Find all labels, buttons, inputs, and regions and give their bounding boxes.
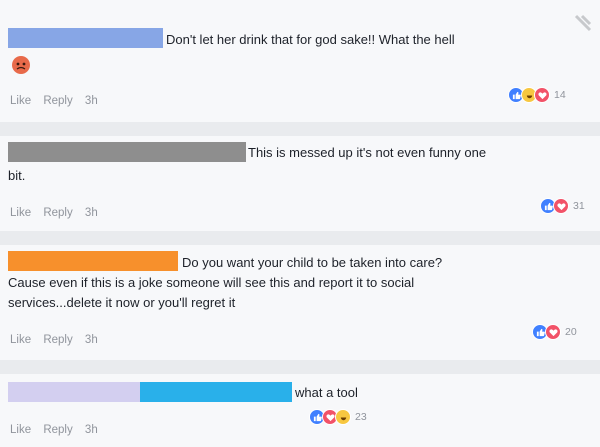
timestamp[interactable]: 3h <box>85 424 98 436</box>
redacted-name[interactable] <box>8 251 178 271</box>
reaction-summary[interactable]: 20 <box>532 323 577 341</box>
comment-2: This is messed up it's not even funny on… <box>0 136 600 231</box>
like-link[interactable]: Like <box>10 207 31 219</box>
timestamp[interactable]: 3h <box>85 334 98 346</box>
comment-3: Do you want your child to be taken into … <box>0 245 600 360</box>
redacted-name[interactable] <box>8 382 140 402</box>
timestamp[interactable]: 3h <box>85 95 98 107</box>
redacted-name[interactable] <box>8 142 246 162</box>
like-link[interactable]: Like <box>10 424 31 436</box>
comment-text-line-2: Cause even if this is a joke someone wil… <box>8 275 415 290</box>
comment-actions: Like Reply 3h <box>10 334 107 346</box>
comment-1: Don't let her drink that for god sake!! … <box>0 0 600 122</box>
reaction-count: 20 <box>565 326 577 338</box>
reply-link[interactable]: Reply <box>43 95 72 107</box>
haha-icon <box>335 409 351 425</box>
comment-text-line-1: Do you want your child to be taken into … <box>182 255 443 270</box>
comment-text-line-2: bit. <box>8 168 26 183</box>
comment-actions: Like Reply 3h <box>10 95 107 107</box>
comment-text-line-3: services...delete it now or you'll regre… <box>8 295 236 310</box>
comment-4: what a tool Like Reply 3h 23 <box>0 374 600 447</box>
timestamp[interactable]: 3h <box>85 207 98 219</box>
separator <box>0 360 600 374</box>
redacted-name-continued[interactable] <box>140 382 292 402</box>
comment-actions: Like Reply 3h <box>10 424 107 436</box>
fold-corner-icon <box>574 14 592 32</box>
reaction-count: 23 <box>355 411 367 423</box>
comment-actions: Like Reply 3h <box>10 207 107 219</box>
love-icon <box>553 198 569 214</box>
reaction-count: 14 <box>554 89 566 101</box>
reply-link[interactable]: Reply <box>43 334 72 346</box>
reaction-summary[interactable]: 23 <box>309 408 367 426</box>
reaction-summary[interactable]: 14 <box>508 86 566 104</box>
comment-text: Don't let her drink that for god sake!! … <box>166 32 455 47</box>
comment-text: what a tool <box>295 385 358 400</box>
reply-link[interactable]: Reply <box>43 424 72 436</box>
like-link[interactable]: Like <box>10 334 31 346</box>
love-icon <box>534 87 550 103</box>
angry-emoji-icon <box>12 56 30 74</box>
like-link[interactable]: Like <box>10 95 31 107</box>
reply-link[interactable]: Reply <box>43 207 72 219</box>
separator <box>0 231 600 245</box>
comment-text-line-1: This is messed up it's not even funny on… <box>248 145 487 160</box>
love-icon <box>545 324 561 340</box>
reaction-count: 31 <box>573 200 585 212</box>
reaction-summary[interactable]: 31 <box>540 197 585 215</box>
separator <box>0 122 600 136</box>
redacted-name[interactable] <box>8 28 163 48</box>
